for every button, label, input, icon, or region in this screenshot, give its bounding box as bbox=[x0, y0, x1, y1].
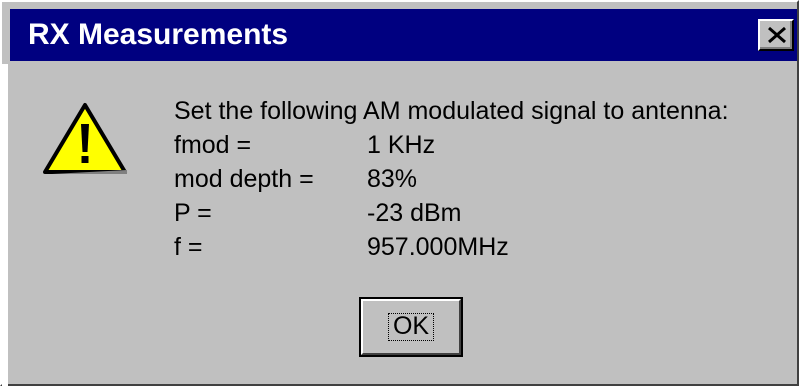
window-left-edge bbox=[2, 64, 8, 386]
power-value: -23 dBm bbox=[367, 199, 462, 227]
fmod-label: fmod = bbox=[174, 131, 252, 159]
mod-depth-value: 83% bbox=[367, 165, 418, 193]
message-row-mod-depth: mod depth = 83% bbox=[174, 162, 729, 196]
dialog-window: RX Measurements Set the following AM mod… bbox=[0, 0, 799, 386]
title-bar[interactable]: RX Measurements bbox=[10, 9, 797, 61]
ok-button-label: OK bbox=[392, 312, 430, 340]
power-label: P = bbox=[174, 199, 212, 227]
message-row-fmod: fmod = 1 KHz bbox=[174, 128, 729, 162]
close-button[interactable] bbox=[758, 19, 794, 51]
window-title: RX Measurements bbox=[28, 18, 289, 51]
message-text: Set the following AM modulated signal to… bbox=[174, 94, 729, 264]
close-icon bbox=[768, 26, 786, 44]
ok-button[interactable]: OK bbox=[359, 297, 463, 357]
message-intro: Set the following AM modulated signal to… bbox=[174, 97, 729, 125]
frequency-label: f = bbox=[174, 233, 203, 261]
message-row-frequency: f = 957.000MHz bbox=[174, 230, 729, 264]
fmod-value: 1 KHz bbox=[367, 131, 436, 159]
message-row-power: P = -23 dBm bbox=[174, 196, 729, 230]
frequency-value: 957.000MHz bbox=[367, 233, 509, 261]
mod-depth-label: mod depth = bbox=[174, 165, 314, 193]
warning-icon bbox=[42, 102, 128, 181]
